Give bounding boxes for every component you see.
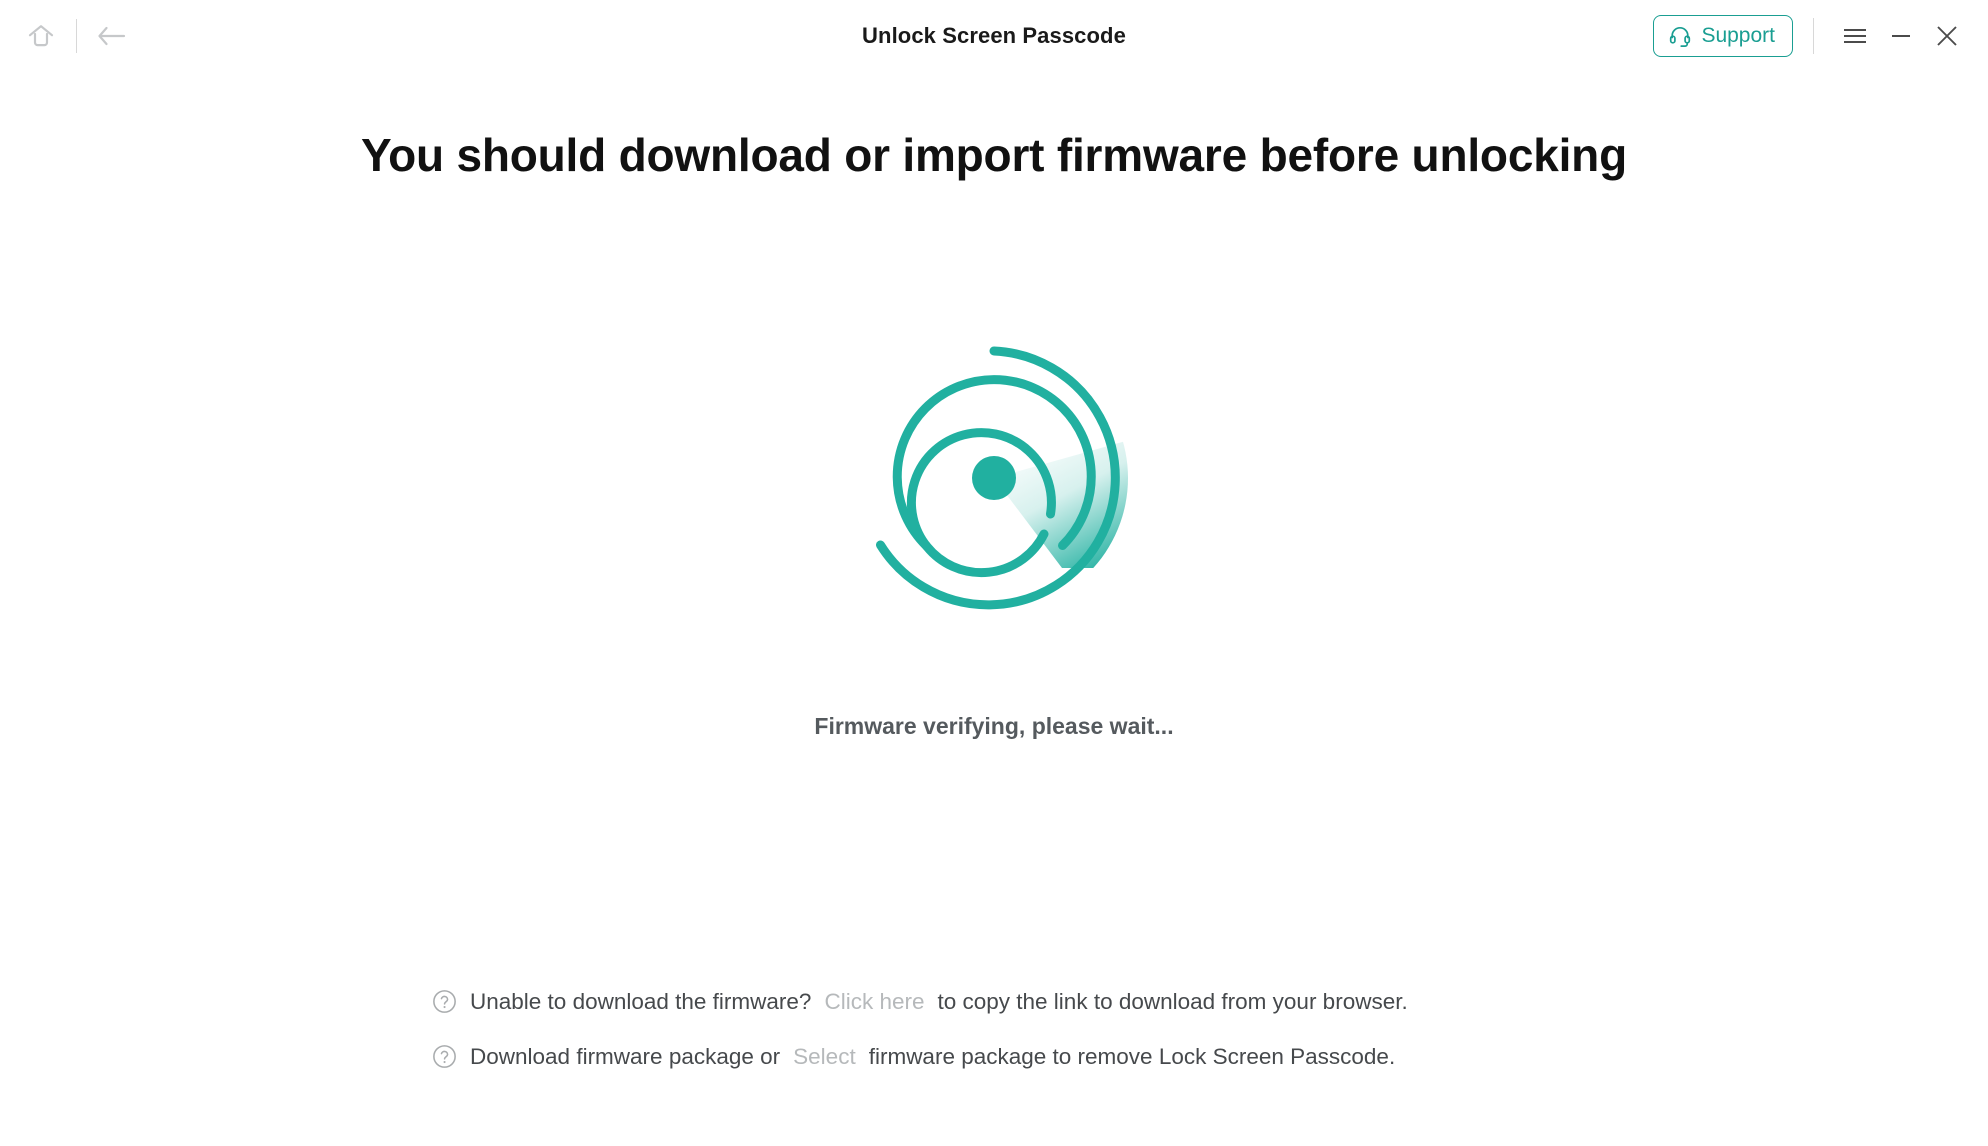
firmware-spinner xyxy=(0,338,1988,618)
support-label: Support xyxy=(1701,24,1775,47)
help-text-after: firmware package to remove Lock Screen P… xyxy=(868,1044,1396,1069)
select-link[interactable]: Select xyxy=(793,1043,856,1070)
page-title: You should download or import firmware b… xyxy=(361,129,1627,181)
main-content: You should download or import firmware b… xyxy=(0,128,1988,1146)
title-bar-left-nav xyxy=(0,11,139,61)
radar-loading-icon xyxy=(876,346,1128,610)
title-bar: Unlock Screen Passcode Support xyxy=(0,0,1988,72)
menu-button[interactable] xyxy=(1832,14,1878,58)
close-button[interactable] xyxy=(1924,14,1970,58)
title-bar-right-controls: Support xyxy=(1653,14,1970,58)
help-text-after: to copy the link to download from your b… xyxy=(937,989,1408,1014)
minimize-icon xyxy=(1892,35,1910,37)
headset-icon xyxy=(1670,27,1691,47)
help-line-select-package: Download firmware package or Select firm… xyxy=(432,1043,1408,1070)
close-icon xyxy=(1937,26,1957,46)
home-button[interactable] xyxy=(14,11,68,61)
help-text-before: Unable to download the firmware? xyxy=(470,989,812,1014)
help-section: Unable to download the firmware? Click h… xyxy=(432,988,1408,1098)
home-icon xyxy=(28,25,54,47)
controls-divider xyxy=(1813,18,1814,54)
nav-divider xyxy=(76,19,77,53)
back-arrow-icon xyxy=(98,26,126,46)
back-button[interactable] xyxy=(85,11,139,61)
help-line-download-link: Unable to download the firmware? Click h… xyxy=(432,988,1408,1015)
help-text-before: Download firmware package or xyxy=(470,1044,781,1069)
question-circle-icon xyxy=(433,990,456,1013)
click-here-link[interactable]: Click here xyxy=(824,988,924,1015)
minimize-button[interactable] xyxy=(1878,14,1924,58)
question-circle-icon xyxy=(433,1045,456,1068)
hamburger-menu-icon xyxy=(1844,29,1866,43)
status-message: Firmware verifying, please wait... xyxy=(814,713,1174,739)
radar-center-dot xyxy=(972,456,1016,500)
support-button[interactable]: Support xyxy=(1653,15,1793,57)
